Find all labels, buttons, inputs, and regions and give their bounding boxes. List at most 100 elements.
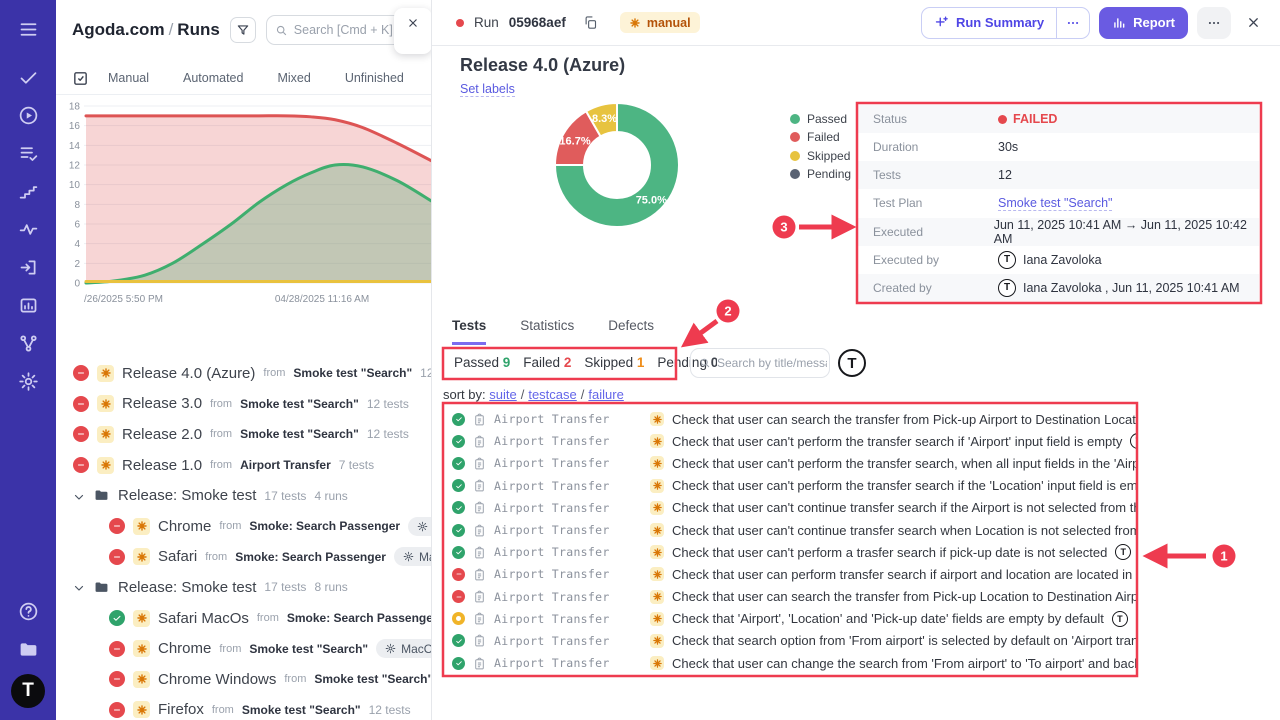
tab-tests[interactable]: Tests: [452, 318, 486, 345]
tab-defects[interactable]: Defects: [608, 318, 654, 345]
menu-button[interactable]: [0, 10, 56, 48]
legend-item-passed[interactable]: Passed: [790, 110, 851, 128]
pulse-nav-item[interactable]: [0, 210, 56, 248]
report-chart-icon: [1112, 16, 1126, 30]
run-row[interactable]: Release 3.0fromSmoke test "Search"12 tes…: [56, 389, 431, 420]
legend-dot: [790, 132, 800, 142]
test-row[interactable]: Airport TransferCheck that 'Airport', 'L…: [443, 608, 1137, 630]
tests-search[interactable]: [690, 348, 830, 378]
run-row[interactable]: FirefoxfromSmoke test "Search"12 tests: [56, 695, 431, 720]
run-group-row[interactable]: Release: Smoke test17 tests8 runs: [56, 572, 431, 603]
test-row[interactable]: Airport TransferCheck that user can't pe…: [443, 475, 1137, 497]
manual-run-icon: [650, 545, 664, 559]
runs-search[interactable]: [266, 15, 408, 45]
collapse-panel-icon[interactable]: [406, 38, 420, 46]
clipboard-icon: [473, 611, 486, 626]
test-row[interactable]: Airport TransferCheck that user can't pe…: [443, 541, 1137, 563]
select-runs-icon[interactable]: [72, 70, 89, 87]
test-suite-name: Airport Transfer: [494, 634, 642, 648]
test-row[interactable]: Airport TransferCheck that search option…: [443, 630, 1137, 652]
env-badge: MacOS: [376, 639, 431, 658]
report-button[interactable]: Report: [1099, 7, 1188, 39]
chevron-down-icon[interactable]: [73, 490, 85, 502]
app-logo[interactable]: T: [11, 674, 45, 708]
gear-nav-item[interactable]: [0, 362, 56, 400]
close-run-button[interactable]: [1240, 10, 1266, 36]
test-suite-name: Airport Transfer: [494, 656, 642, 670]
test-row[interactable]: Airport TransferCheck that user can't pe…: [443, 430, 1137, 452]
test-suite-name: Airport Transfer: [494, 456, 642, 470]
run-status-dot: [456, 19, 464, 27]
sort-link-suite[interactable]: suite: [489, 387, 516, 402]
run-row[interactable]: SafarifromSmoke: Search PassengerMacOSSa…: [56, 542, 431, 573]
svg-text:4: 4: [74, 239, 80, 250]
project-name[interactable]: Agoda.com: [72, 20, 165, 39]
run-row[interactable]: Chrome WindowsfromSmoke test "Search"Win…: [56, 664, 431, 695]
runs-tab-unfinished[interactable]: Unfinished: [328, 71, 421, 85]
runs-search-input[interactable]: [294, 23, 394, 37]
runs-tab-mixed[interactable]: Mixed: [260, 71, 327, 85]
steps-nav-item[interactable]: [0, 172, 56, 210]
close-panel-icon[interactable]: [406, 16, 420, 30]
run-from-label: from: [257, 612, 279, 624]
menu-icon[interactable]: [0, 10, 56, 48]
sort-link-testcase[interactable]: testcase: [528, 387, 576, 402]
test-plan-link[interactable]: Smoke test "Search": [998, 196, 1112, 211]
run-from-label: from: [219, 643, 241, 655]
branch-nav-item[interactable]: [0, 324, 56, 362]
passed-status-icon: [452, 457, 465, 470]
breadcrumb-separator: /: [165, 20, 178, 39]
test-row[interactable]: Airport TransferCheck that user can't co…: [443, 497, 1137, 519]
passed-status-icon: [452, 657, 465, 670]
run-plan-name: Smoke test "Search": [240, 397, 359, 411]
tests-search-input[interactable]: [717, 356, 827, 370]
test-row[interactable]: Airport TransferCheck that user can't pe…: [443, 452, 1137, 474]
runs-tab-groups[interactable]: Groups: [421, 71, 432, 85]
run-summary-more-button[interactable]: [1056, 8, 1089, 38]
run-row[interactable]: ChromefromSmoke: Search PassengerMacOSCh…: [56, 511, 431, 542]
docs-nav-item[interactable]: [0, 630, 56, 668]
run-summary-button[interactable]: Run Summary: [921, 7, 1090, 39]
details-row: Tests12: [858, 161, 1259, 189]
help-nav-item[interactable]: [0, 592, 56, 630]
clipboard-icon: [473, 456, 486, 471]
sort-link-failure[interactable]: failure: [588, 387, 623, 402]
run-row[interactable]: ChromefromSmoke test "Search"MacOSChrome…: [56, 633, 431, 664]
pulse-icon: [18, 219, 39, 240]
copy-run-id-button[interactable]: [580, 12, 602, 34]
test-suite-name: Airport Transfer: [494, 434, 642, 448]
legend-item-skipped[interactable]: Skipped: [790, 147, 851, 165]
tab-statistics[interactable]: Statistics: [520, 318, 574, 345]
manual-run-icon: [629, 17, 641, 29]
run-row[interactable]: Release 1.0fromAirport Transfer7 tests: [56, 450, 431, 481]
legend-item-failed[interactable]: Failed: [790, 128, 851, 146]
run-row[interactable]: Release 2.0fromSmoke test "Search"12 tes…: [56, 419, 431, 450]
check-nav-item[interactable]: [0, 58, 56, 96]
filter-button[interactable]: [230, 17, 256, 43]
runs-tab-manual[interactable]: Manual: [91, 71, 166, 85]
details-value: 12: [998, 168, 1012, 182]
legend-item-pending[interactable]: Pending: [790, 165, 851, 183]
test-row[interactable]: Airport TransferCheck that user can perf…: [443, 563, 1137, 585]
sign-in-nav-item[interactable]: [0, 248, 56, 286]
test-row[interactable]: Airport TransferCheck that user can sear…: [443, 586, 1137, 608]
run-row[interactable]: Safari MacOsfromSmoke: Search PassengerS…: [56, 603, 431, 634]
runs-tab-automated[interactable]: Automated: [166, 71, 260, 85]
manual-run-icon: [97, 395, 114, 412]
run-name: Release 1.0: [122, 457, 202, 474]
test-row[interactable]: Airport TransferCheck that user can chan…: [443, 652, 1137, 674]
run-row[interactable]: Release 4.0 (Azure)fromSmoke test "Searc…: [56, 358, 431, 389]
sort-bar: sort by: suite/testcase/failure: [443, 387, 624, 402]
test-row[interactable]: Airport TransferCheck that user can't co…: [443, 519, 1137, 541]
bar-chart-nav-item[interactable]: [0, 286, 56, 324]
chevron-down-icon[interactable]: [73, 581, 85, 593]
list-check-nav-item[interactable]: [0, 134, 56, 172]
svg-text:6: 6: [74, 220, 80, 231]
run-group-row[interactable]: Release: Smoke test17 tests4 runs: [56, 480, 431, 511]
test-row[interactable]: Airport TransferCheck that user can sear…: [443, 408, 1137, 430]
failed-status-icon: [452, 568, 465, 581]
play-circle-nav-item[interactable]: [0, 96, 56, 134]
set-labels-link[interactable]: Set labels: [460, 82, 515, 97]
assignee-filter-avatar[interactable]: T: [838, 349, 866, 377]
more-actions-button[interactable]: [1197, 7, 1231, 39]
